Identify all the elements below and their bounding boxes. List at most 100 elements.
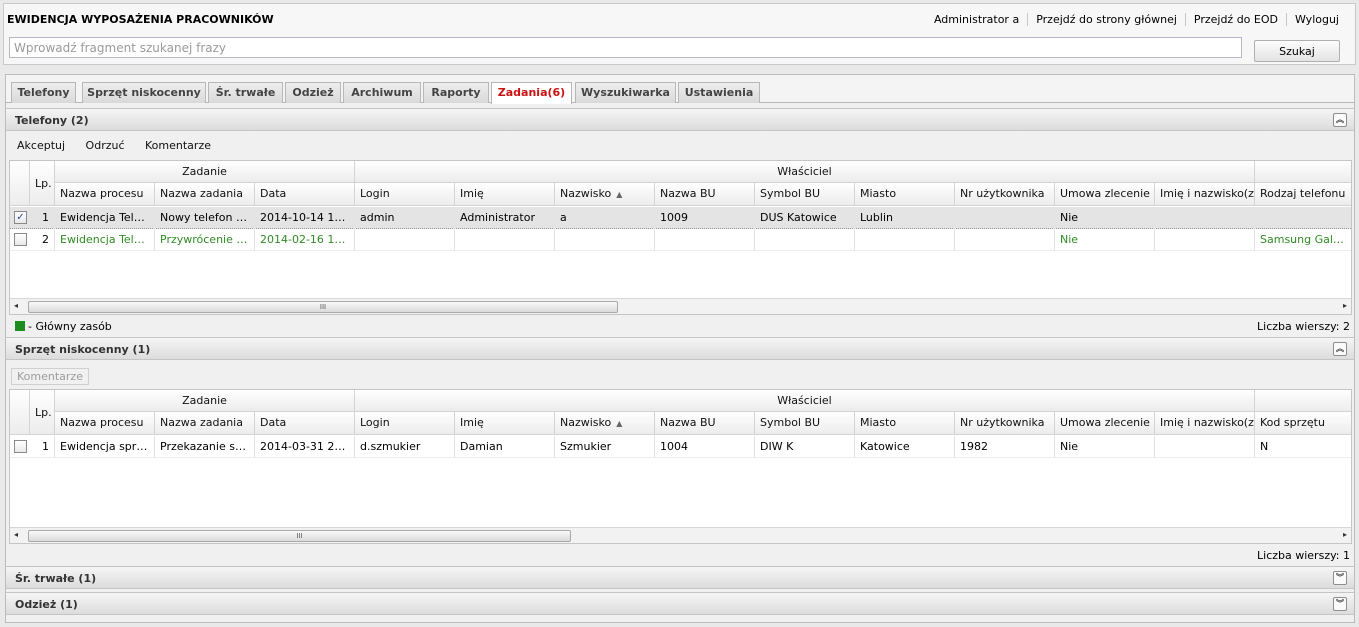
table-cell: admin: [355, 207, 455, 229]
table-cell: 1009: [655, 207, 755, 229]
column-header[interactable]: Nr użytkownika: [955, 412, 1055, 435]
column-header[interactable]: Nazwa procesu: [55, 183, 155, 206]
fixed-assets-panel-header[interactable]: Śr. trwałe (1) ︾: [6, 566, 1354, 589]
comments-button[interactable]: Komentarze: [137, 139, 220, 152]
search-input[interactable]: [9, 37, 1242, 58]
scroll-left-icon[interactable]: ◂: [14, 530, 18, 539]
column-header-label: Umowa zlecenie: [1060, 187, 1150, 200]
table-cell: [1255, 207, 1351, 229]
column-header[interactable]: Symbol BU: [755, 183, 855, 206]
lowvalue-panel-header: Sprzęt niskocenny (1) ︽: [6, 337, 1354, 360]
table-cell: Przekazanie spr…: [155, 436, 255, 458]
row-checkbox[interactable]: [14, 233, 27, 246]
column-header[interactable]: Imię: [455, 412, 555, 435]
reject-button[interactable]: Odrzuć: [78, 139, 134, 152]
table-cell: [1155, 207, 1255, 229]
scroll-right-icon[interactable]: ▸: [1343, 301, 1347, 310]
comments-button-disabled[interactable]: Komentarze: [11, 368, 89, 385]
tab-odziez[interactable]: Odzież: [285, 82, 341, 103]
collapse-icon[interactable]: ︽: [1333, 342, 1347, 356]
column-header[interactable]: Data: [255, 183, 355, 206]
column-header[interactable]: Nazwa procesu: [55, 412, 155, 435]
column-header[interactable]: Nazwisko ▲: [555, 412, 655, 435]
table-cell: [1155, 436, 1255, 458]
horizontal-scrollbar[interactable]: ◂ III ▸: [10, 298, 1351, 314]
column-header[interactable]: Umowa zlecenie: [1055, 412, 1155, 435]
expand-icon[interactable]: ︾: [1333, 571, 1347, 585]
tab-sprzet-niskocenny[interactable]: Sprzęt niskocenny: [82, 82, 206, 103]
column-header[interactable]: Nazwa BU: [655, 412, 755, 435]
phones-panel-title: Telefony (2): [15, 114, 89, 127]
horizontal-scrollbar[interactable]: ◂ III ▸: [10, 527, 1351, 543]
user-link[interactable]: Administrator a: [926, 13, 1027, 26]
group-header-task: Zadanie: [55, 390, 355, 412]
column-header-label: Data: [260, 416, 287, 429]
table-cell: Ewidencja Telef…: [55, 207, 155, 229]
eod-link[interactable]: Przejdź do EOD: [1184, 13, 1286, 26]
column-header-label: Imię: [460, 416, 484, 429]
lp-header: Lp.: [30, 161, 55, 206]
row-checkbox[interactable]: ✓: [14, 211, 27, 224]
phones-grid: Lp. Zadanie Właściciel Nazwa procesu Nazwa z…: [9, 160, 1352, 315]
column-header[interactable]: Imię i nazwisko(zlec: [1155, 183, 1255, 206]
column-header[interactable]: Login: [355, 412, 455, 435]
table-cell: a: [555, 207, 655, 229]
scroll-right-icon[interactable]: ▸: [1343, 530, 1347, 539]
tab-raporty[interactable]: Raporty: [423, 82, 489, 103]
scrollbar-thumb[interactable]: III: [28, 301, 618, 313]
home-link[interactable]: Przejdź do strony głównej: [1027, 13, 1185, 26]
main-resource-swatch: [15, 321, 25, 331]
tab-wyszukiwarka[interactable]: Wyszukiwarka: [575, 82, 676, 103]
tab-zadania[interactable]: Zadania(6): [491, 82, 572, 104]
column-header[interactable]: Data: [255, 412, 355, 435]
table-row[interactable]: ✓ 1 Ewidencja Telef… Nowy telefon / … 2014-1…: [10, 207, 1351, 229]
table-cell: d.szmukier: [355, 436, 455, 458]
column-header[interactable]: Nazwisko ▲: [555, 183, 655, 206]
collapse-icon[interactable]: ︽: [1333, 113, 1347, 127]
lowvalue-toolbar: Komentarze: [6, 364, 1354, 386]
table-cell: Ewidencja Telef…: [55, 229, 155, 251]
column-header[interactable]: Miasto: [855, 412, 955, 435]
column-header[interactable]: Rodzaj telefonu: [1255, 183, 1351, 206]
logout-link[interactable]: Wyloguj: [1286, 13, 1347, 26]
table-row[interactable]: 2 Ewidencja Telef… Przywrócenie te… 2014-02…: [10, 229, 1351, 251]
column-header-label: Kod sprzętu: [1260, 416, 1325, 429]
column-header[interactable]: Nazwa zadania: [155, 412, 255, 435]
column-header[interactable]: Nazwa zadania: [155, 183, 255, 206]
column-header[interactable]: Symbol BU: [755, 412, 855, 435]
column-header[interactable]: Nazwa BU: [655, 183, 755, 206]
table-cell: [955, 229, 1055, 251]
group-header-empty: [1255, 390, 1351, 412]
legend-label: - Główny zasób: [28, 320, 112, 333]
column-header-label: Nazwa procesu: [60, 187, 144, 200]
column-header-label: Nazwa procesu: [60, 416, 144, 429]
clothing-panel-header[interactable]: Odzież (1) ︾: [6, 592, 1354, 615]
table-cell: DIW K: [755, 436, 855, 458]
group-header-task: Zadanie: [55, 161, 355, 183]
column-header[interactable]: Imię: [455, 183, 555, 206]
tab-ustawienia[interactable]: Ustawienia: [678, 82, 760, 103]
row-number: 1: [30, 207, 55, 229]
table-cell: Damian: [455, 436, 555, 458]
expand-icon[interactable]: ︾: [1333, 597, 1347, 611]
scrollbar-thumb[interactable]: III: [28, 530, 571, 542]
group-header-owner: Właściciel: [355, 390, 1255, 412]
accept-button[interactable]: Akceptuj: [9, 139, 74, 152]
tab-sr-trwale[interactable]: Śr. trwałe: [208, 82, 283, 103]
row-checkbox[interactable]: [14, 440, 27, 453]
top-bar: EWIDENCJA WYPOSAŻENIA PRACOWNIKÓW Admini…: [3, 3, 1356, 65]
tab-telefony[interactable]: Telefony: [11, 82, 76, 103]
table-cell: Nie: [1055, 229, 1155, 251]
column-header[interactable]: Kod sprzętu: [1255, 412, 1351, 435]
column-header[interactable]: Login: [355, 183, 455, 206]
top-links: Administrator a Przejdź do strony główne…: [926, 13, 1347, 26]
column-header[interactable]: Miasto: [855, 183, 955, 206]
scroll-left-icon[interactable]: ◂: [14, 301, 18, 310]
column-header[interactable]: Imię i nazwisko(zlec: [1155, 412, 1255, 435]
table-row[interactable]: 1 Ewidencja sprzę… Przekazanie spr… 2014-03…: [10, 436, 1351, 458]
clothing-panel-title: Odzież (1): [15, 598, 78, 611]
column-header[interactable]: Nr użytkownika: [955, 183, 1055, 206]
column-header[interactable]: Umowa zlecenie: [1055, 183, 1155, 206]
search-button[interactable]: Szukaj: [1254, 40, 1340, 62]
tab-archiwum[interactable]: Archiwum: [343, 82, 421, 103]
